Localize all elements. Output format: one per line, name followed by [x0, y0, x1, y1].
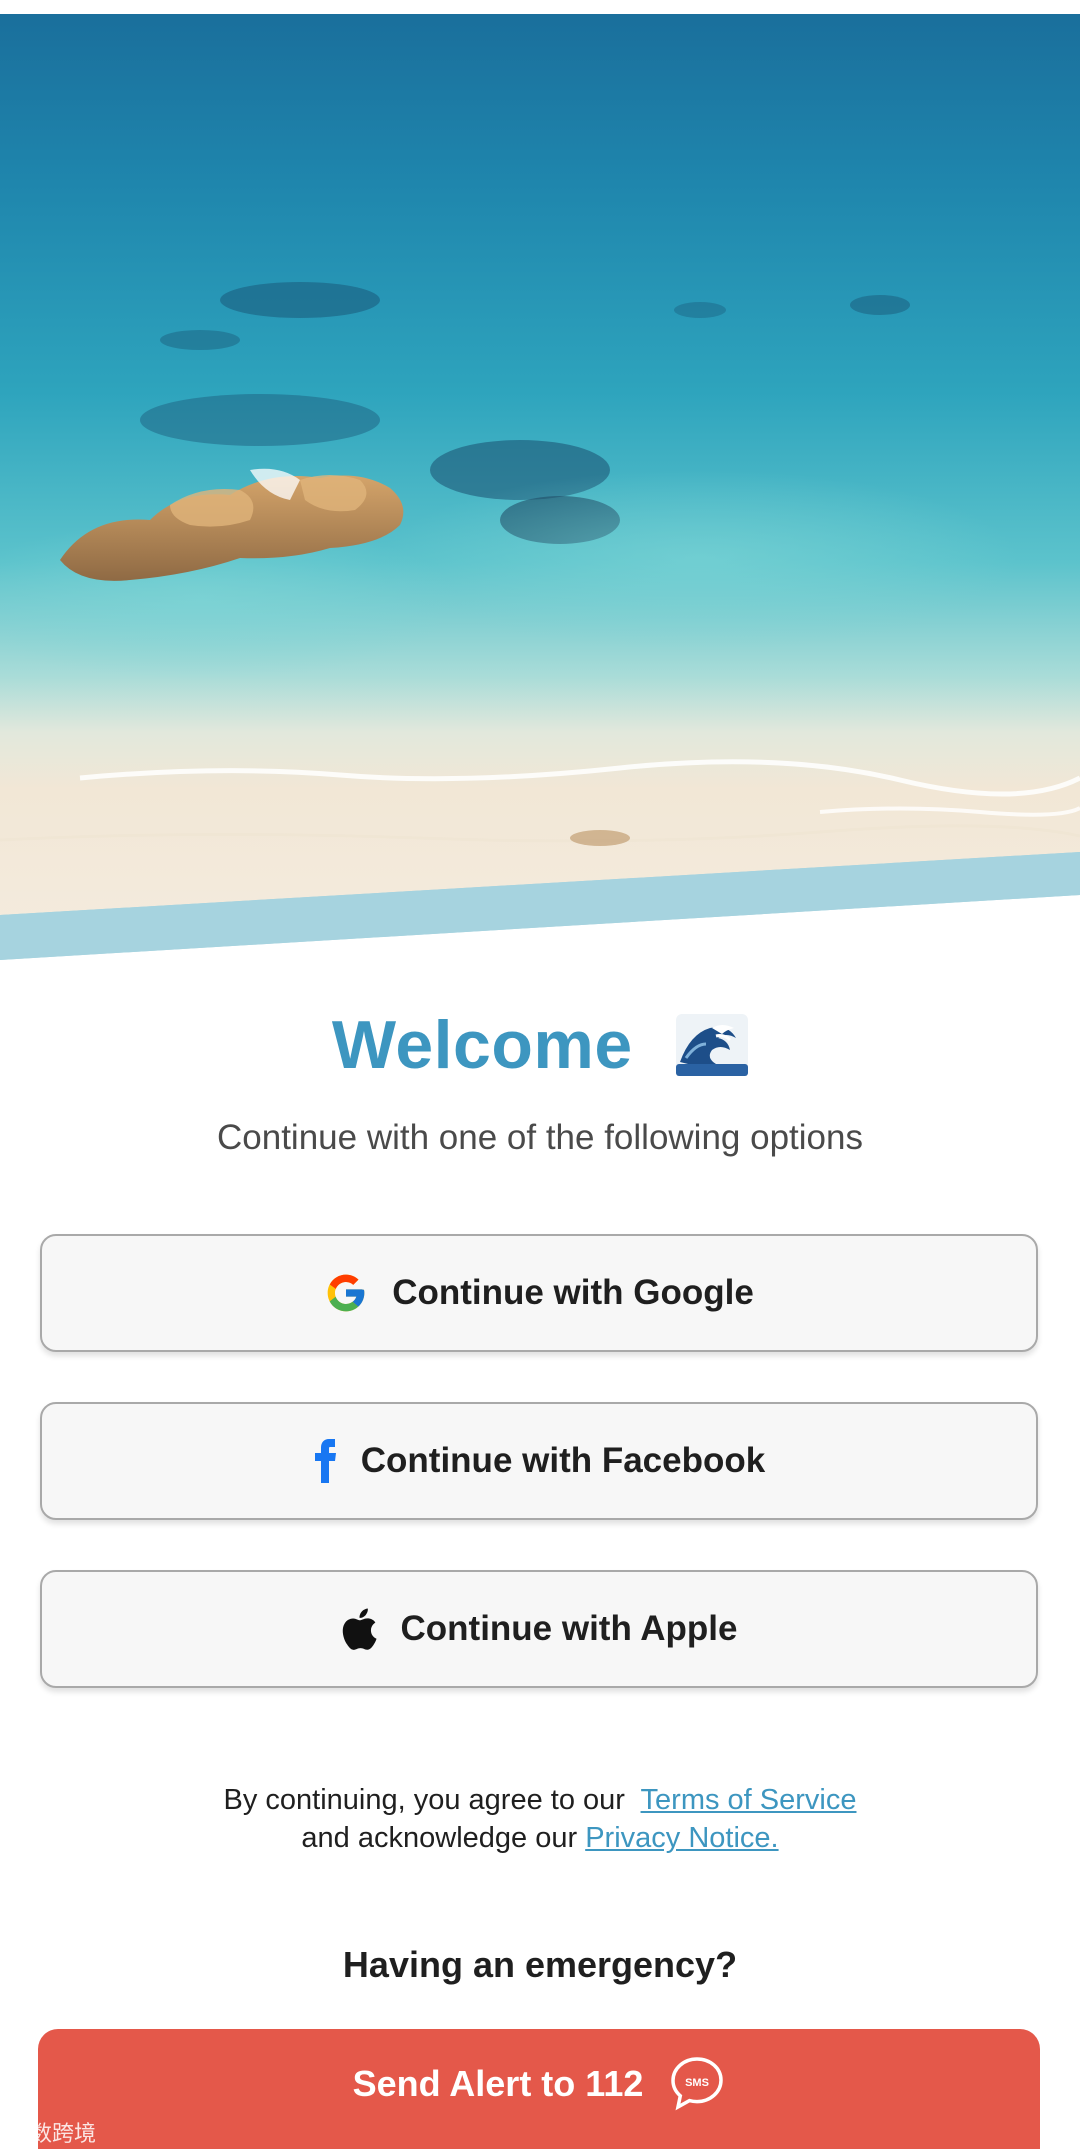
apple-logo-icon	[341, 1608, 377, 1650]
legal-middle: and acknowledge our	[301, 1822, 578, 1854]
watermark: 大数跨境	[8, 2116, 96, 2148]
sms-bubble-icon: SMS	[669, 2055, 725, 2111]
apple-button-label: Continue with Apple	[400, 1609, 738, 1648]
privacy-notice-link[interactable]: Privacy Notice.	[585, 1822, 778, 1854]
water-wave-icon	[676, 1013, 749, 1077]
google-button-label: Continue with Google	[392, 1273, 754, 1312]
legal-notice: By continuing, you agree to our Terms of…	[0, 1781, 1080, 1857]
legal-line-1: By continuing, you agree to our Terms of…	[0, 1781, 1080, 1819]
sms-badge-text: SMS	[685, 2077, 709, 2089]
welcome-heading: Welcome	[0, 1005, 1080, 1085]
beach-illustration	[0, 0, 1080, 960]
continue-with-google-button[interactable]: Continue with Google	[40, 1234, 1038, 1352]
hero-beach-image	[0, 0, 1080, 960]
continue-with-apple-button[interactable]: Continue with Apple	[40, 1570, 1038, 1688]
facebook-logo-icon	[313, 1439, 337, 1483]
send-alert-button[interactable]: Send Alert to 112 SMS	[38, 2029, 1040, 2149]
watermark-text: 大数跨境	[8, 2121, 97, 2146]
google-logo-icon	[324, 1271, 368, 1315]
facebook-button-label: Continue with Facebook	[360, 1441, 766, 1480]
welcome-title: Welcome	[331, 1007, 633, 1083]
send-alert-label: Send Alert to 112	[352, 2063, 644, 2104]
continue-with-facebook-button[interactable]: Continue with Facebook	[40, 1402, 1038, 1520]
legal-line-2: and acknowledge our Privacy Notice.	[0, 1819, 1080, 1857]
terms-of-service-link[interactable]: Terms of Service	[641, 1784, 857, 1816]
login-screen: Welcome Continue with one of the followi…	[0, 0, 1080, 2149]
legal-prefix: By continuing, you agree to our	[223, 1784, 625, 1816]
emergency-heading: Having an emergency?	[342, 1944, 738, 1985]
welcome-subtitle: Continue with one of the following optio…	[217, 1118, 863, 1157]
